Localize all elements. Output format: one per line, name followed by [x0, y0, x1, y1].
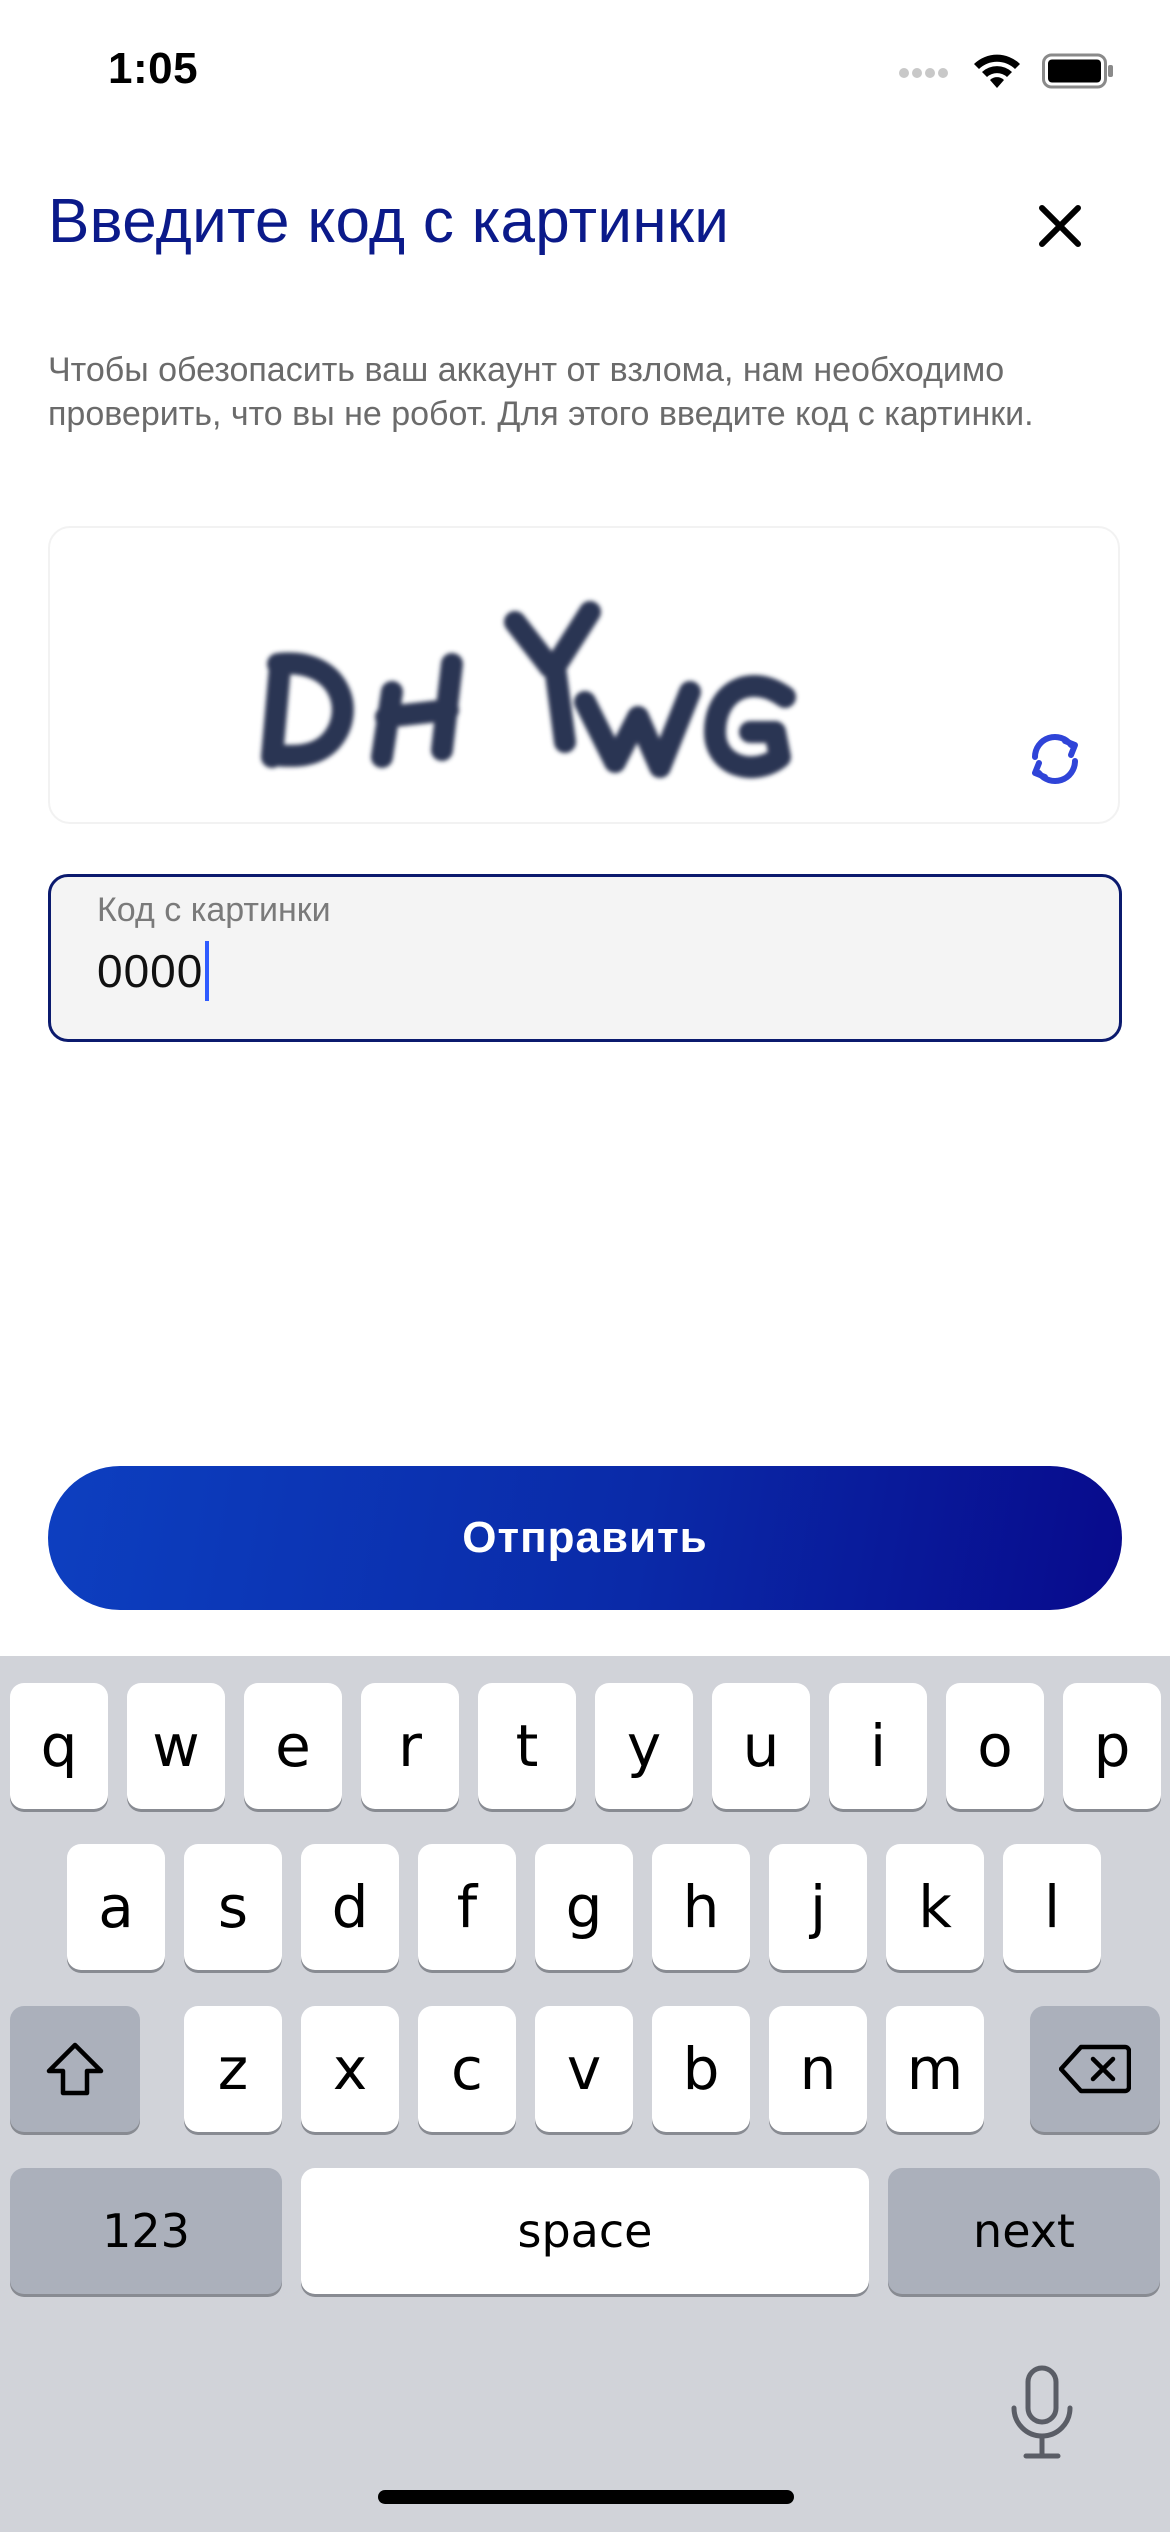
code-value-wrap: 0000 — [97, 941, 210, 1001]
key-x[interactable]: x — [301, 2006, 399, 2132]
status-bar: 1:05 — [0, 0, 1170, 140]
captcha-box — [48, 526, 1120, 824]
code-field-label: Код с картинки — [97, 891, 331, 929]
refresh-icon — [1032, 734, 1078, 784]
key-o[interactable]: o — [946, 1683, 1044, 1809]
key-l[interactable]: l — [1003, 1844, 1101, 1970]
key-e[interactable]: e — [244, 1683, 342, 1809]
key-h[interactable]: h — [652, 1844, 750, 1970]
close-icon — [1039, 205, 1081, 247]
key-c[interactable]: c — [418, 2006, 516, 2132]
status-time: 1:05 — [108, 44, 199, 93]
key-w[interactable]: w — [127, 1683, 225, 1809]
dialog-description: Чтобы обезопасить ваш аккаунт от взлома,… — [48, 351, 1034, 433]
captcha-code-input[interactable]: Код с картинки 0000 — [48, 874, 1122, 1042]
delete-key[interactable] — [1030, 2006, 1160, 2132]
key-q[interactable]: q — [10, 1683, 108, 1809]
shift-key[interactable] — [10, 2006, 140, 2132]
home-indicator — [378, 2490, 794, 2504]
shift-icon — [46, 2042, 104, 2096]
battery-icon — [1042, 53, 1113, 89]
dialog-title: Введите код с картинки — [48, 187, 730, 256]
key-d[interactable]: d — [301, 1844, 399, 1970]
numbers-key[interactable]: 123 — [10, 2168, 282, 2294]
submit-button[interactable]: Отправить — [48, 1466, 1122, 1610]
key-f[interactable]: f — [418, 1844, 516, 1970]
key-g[interactable]: g — [535, 1844, 633, 1970]
next-key[interactable]: next — [888, 2168, 1160, 2294]
code-field-value: 0000 — [97, 945, 204, 997]
key-u[interactable]: u — [712, 1683, 810, 1809]
backspace-icon — [1059, 2044, 1131, 2094]
close-button[interactable] — [1030, 196, 1090, 256]
keyboard: q w e r t y u i o p a s d f g h j k l z … — [0, 1656, 1170, 2532]
microphone-icon[interactable] — [1006, 2364, 1078, 2464]
text-caret — [205, 941, 210, 1001]
wifi-icon — [974, 54, 1020, 88]
status-icons — [898, 52, 1114, 90]
key-z[interactable]: z — [184, 2006, 282, 2132]
key-s[interactable]: s — [184, 1844, 282, 1970]
key-t[interactable]: t — [478, 1683, 576, 1809]
space-key[interactable]: space — [301, 2168, 869, 2294]
key-j[interactable]: j — [769, 1844, 867, 1970]
key-m[interactable]: m — [886, 2006, 984, 2132]
cellular-signal-icon — [899, 68, 948, 78]
captcha-image — [261, 601, 796, 779]
key-p[interactable]: p — [1063, 1683, 1161, 1809]
key-y[interactable]: y — [595, 1683, 693, 1809]
key-b[interactable]: b — [652, 2006, 750, 2132]
key-r[interactable]: r — [361, 1683, 459, 1809]
key-n[interactable]: n — [769, 2006, 867, 2132]
refresh-captcha-button[interactable] — [1020, 724, 1090, 794]
key-v[interactable]: v — [535, 2006, 633, 2132]
key-a[interactable]: a — [67, 1844, 165, 1970]
key-k[interactable]: k — [886, 1844, 984, 1970]
key-i[interactable]: i — [829, 1683, 927, 1809]
